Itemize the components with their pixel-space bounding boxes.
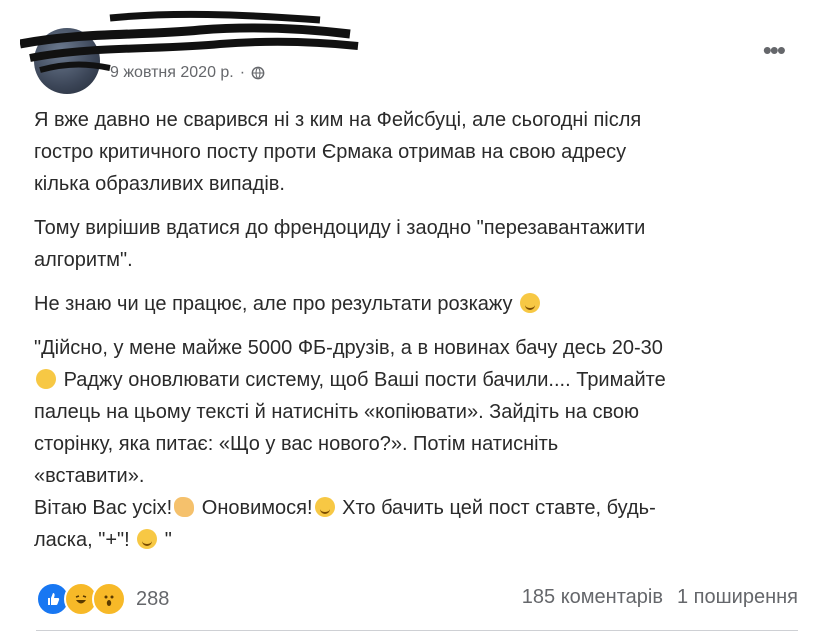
divider bbox=[36, 630, 798, 631]
confused-emoji-icon bbox=[36, 369, 56, 389]
post-stats: 185 коментарів 1 поширення bbox=[522, 586, 798, 609]
waving-hand-emoji-icon bbox=[174, 497, 195, 517]
smile-emoji-icon bbox=[520, 293, 541, 313]
reactions-summary[interactable]: 288 bbox=[36, 582, 169, 616]
quote-part-4: Оновимося! bbox=[201, 497, 313, 519]
wink-emoji-icon-2 bbox=[137, 529, 158, 549]
quote-part-6: " bbox=[164, 529, 172, 551]
globe-icon bbox=[251, 66, 265, 80]
facebook-post: 9 жовтня 2020 р. · ••• Я вже давно не св… bbox=[0, 0, 828, 639]
meta-separator: · bbox=[239, 64, 246, 81]
paragraph-1: Я вже давно не сварився ні з ким на Фейс… bbox=[34, 109, 642, 195]
quote-part-1: "Дійсно, у мене майже 5000 ФБ-друзів, а … bbox=[34, 337, 663, 359]
quote-part-2: Раджу оновлювати систему, щоб Ваші пости… bbox=[34, 369, 666, 487]
paragraph-2: Тому вирішив вдатися до френдоциду і зао… bbox=[34, 217, 646, 271]
post-body: Я вже давно не сварився ні з ким на Фейс… bbox=[34, 104, 794, 556]
paragraph-3-text: Не знаю чи це працює, але про результати… bbox=[34, 293, 513, 315]
wow-reaction-icon bbox=[92, 582, 126, 616]
paragraph-3: Не знаю чи це працює, але про результати… bbox=[34, 288, 794, 320]
quote-part-3: Вітаю Вас усіх! bbox=[34, 497, 173, 519]
shares-count[interactable]: 1 поширення bbox=[677, 586, 798, 609]
more-options-icon[interactable]: ••• bbox=[763, 37, 786, 63]
quote-block: "Дійсно, у мене майже 5000 ФБ-друзів, а … bbox=[34, 332, 794, 556]
comments-count[interactable]: 185 коментарів bbox=[522, 586, 663, 609]
reaction-count[interactable]: 288 bbox=[136, 588, 169, 611]
post-meta: 9 жовтня 2020 р. · bbox=[110, 64, 265, 82]
wink-emoji-icon bbox=[314, 497, 335, 517]
post-date[interactable]: 9 жовтня 2020 р. bbox=[110, 64, 234, 82]
